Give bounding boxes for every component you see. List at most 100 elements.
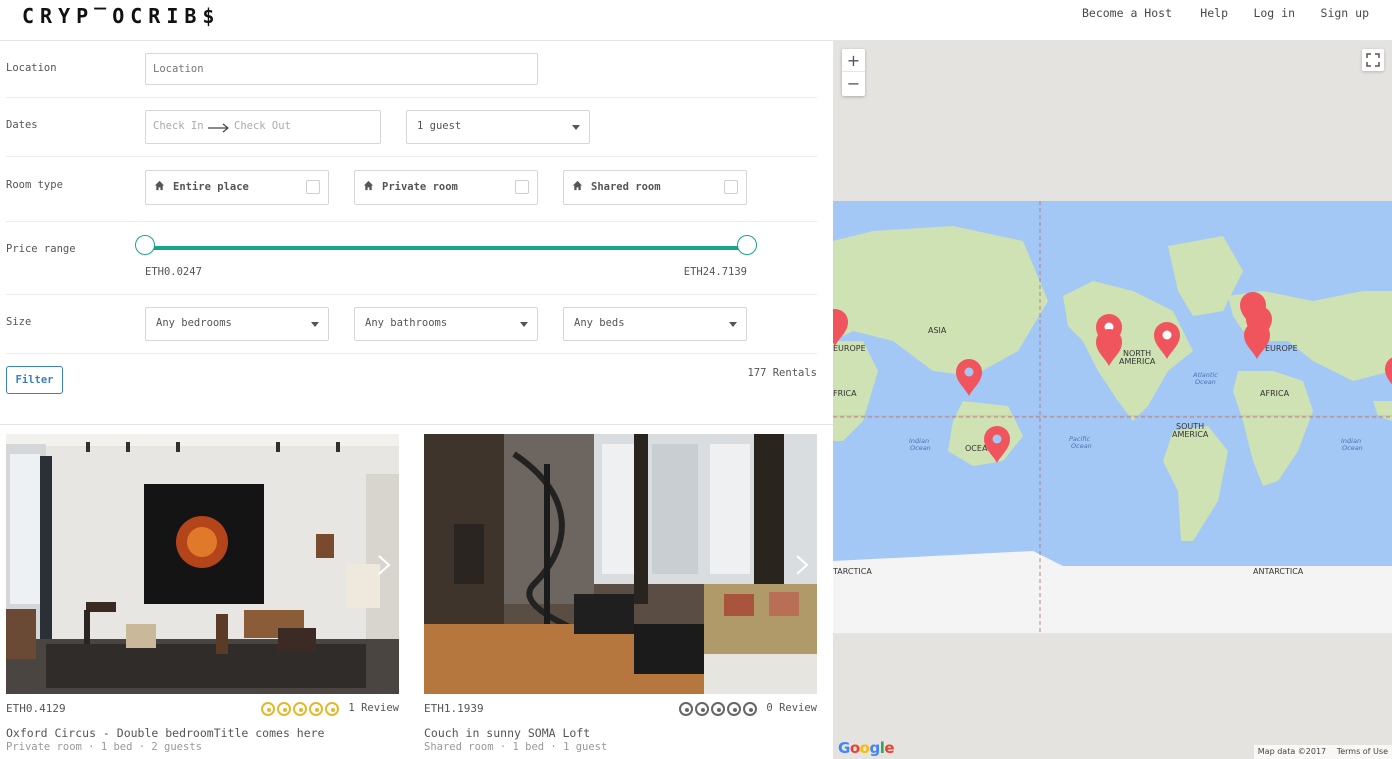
arrow-right-icon [208, 123, 229, 133]
bathrooms-value: Any bathrooms [365, 317, 448, 329]
room-type-shared-label: Shared room [591, 181, 661, 193]
google-wordmark: Google [838, 739, 895, 757]
bedrooms-value: Any bedrooms [156, 317, 232, 329]
google-logo: Google [838, 739, 895, 757]
listing-meta: Shared room · 1 bed · 1 guest [424, 741, 608, 753]
listing-meta: Private room · 1 bed · 2 guests [6, 741, 202, 753]
map-label-indian-left-2: Ocean [910, 444, 931, 452]
listing-photo[interactable] [424, 434, 817, 694]
listing-title[interactable]: Oxford Circus - Double bedroomTitle come… [6, 726, 325, 740]
price-min-value: ETH0.0247 [145, 266, 202, 278]
map-label-antarctica-right: ANTARCTICA [1253, 567, 1304, 576]
map-label-atlantic-2: Ocean [1195, 378, 1216, 386]
location-row: Location [6, 41, 817, 98]
signup-link[interactable]: Sign up [1321, 6, 1369, 20]
chevron-down-icon [311, 322, 319, 327]
map-label-antarctica-left: TARCTICA [833, 567, 872, 576]
beds-select[interactable]: Any beds [563, 307, 747, 341]
star-icon [277, 702, 291, 716]
map-data-text: Map data ©2017 [1257, 747, 1327, 756]
room-type-entire-checkbox[interactable] [306, 180, 320, 194]
logo[interactable]: CRYP‾OCRIB$ [22, 4, 220, 28]
filter-panel: Location Dates Check In Check Out 1 gues… [0, 41, 833, 425]
terms-link[interactable]: Terms of Use [1337, 747, 1388, 756]
location-input[interactable] [145, 53, 538, 85]
zoom-control: + − [842, 49, 865, 96]
price-slider-min-handle[interactable] [135, 235, 155, 255]
zoom-in-button[interactable]: + [842, 49, 865, 72]
room-type-shared[interactable]: Shared room [563, 170, 747, 205]
room-type-entire-label: Entire place [173, 181, 249, 193]
room-type-private-checkbox[interactable] [515, 180, 529, 194]
world-map[interactable]: ASIA EUROPE FRICA NORTH AMERICA EUROPE A… [833, 41, 1392, 759]
star-icon [679, 702, 693, 716]
map-label-south-america-2: AMERICA [1172, 430, 1209, 439]
top-header: CRYP‾OCRIB$ Become a Host Help Log in Si… [0, 0, 1392, 41]
room-type-shared-checkbox[interactable] [724, 180, 738, 194]
star-icon [325, 702, 339, 716]
become-host-link[interactable]: Become a Host [1082, 6, 1172, 20]
fullscreen-button[interactable] [1362, 49, 1384, 71]
price-label: Price range [6, 243, 76, 255]
fullscreen-icon [1366, 53, 1380, 67]
map[interactable]: ASIA EUROPE FRICA NORTH AMERICA EUROPE A… [833, 41, 1392, 759]
help-link[interactable]: Help [1200, 6, 1228, 20]
check-out-field[interactable]: Check Out [234, 120, 291, 132]
beds-value: Any beds [574, 317, 625, 329]
listing-title[interactable]: Couch in sunny SOMA Loft [424, 726, 590, 740]
listing-price: ETH0.4129 [6, 702, 66, 715]
bathrooms-select[interactable]: Any bathrooms [354, 307, 538, 341]
rating-stars [259, 702, 339, 719]
size-label: Size [6, 316, 32, 328]
home-icon [154, 180, 165, 191]
map-label-north-america-2: AMERICA [1119, 357, 1156, 366]
star-icon [695, 702, 709, 716]
home-icon [363, 180, 374, 191]
guests-value: 1 guest [417, 120, 462, 132]
login-link[interactable]: Log in [1253, 6, 1295, 20]
chevron-down-icon [520, 322, 528, 327]
chevron-down-icon [729, 322, 737, 327]
dates-label: Dates [6, 119, 38, 131]
map-attribution: Map data ©2017 Terms of Use [1253, 745, 1392, 759]
chevron-right-icon[interactable] [795, 554, 809, 576]
map-label-pacific-2: Ocean [1071, 442, 1092, 450]
listing-photo[interactable] [6, 434, 399, 694]
bedrooms-select[interactable]: Any bedrooms [145, 307, 329, 341]
room-type-row: Room type Entire place Private room Shar… [6, 157, 817, 222]
review-count[interactable]: 1 Review [348, 702, 399, 714]
room-type-entire[interactable]: Entire place [145, 170, 329, 205]
star-icon [727, 702, 741, 716]
map-label-africa-right: AFRICA [1260, 389, 1290, 398]
review-count[interactable]: 0 Review [766, 702, 817, 714]
dates-row: Dates Check In Check Out 1 guest [6, 98, 817, 157]
price-slider-max-handle[interactable] [737, 235, 757, 255]
room-type-private[interactable]: Private room [354, 170, 538, 205]
location-label: Location [6, 62, 57, 74]
chevron-right-icon[interactable] [377, 554, 391, 576]
date-range-picker[interactable]: Check In Check Out [145, 110, 381, 144]
price-max-value: ETH24.7139 [683, 266, 747, 278]
check-in-field[interactable]: Check In [153, 120, 204, 132]
star-icon [261, 702, 275, 716]
room-type-label: Room type [6, 179, 63, 191]
star-icon [743, 702, 757, 716]
listing-price: ETH1.1939 [424, 702, 484, 715]
zoom-out-button[interactable]: − [842, 72, 865, 95]
result-count: 177 Rentals [747, 367, 817, 379]
room-type-private-label: Private room [382, 181, 458, 193]
map-label-europe-left: EUROPE [833, 344, 866, 353]
price-row: Price range [6, 222, 817, 295]
size-row: Size Any bedrooms Any bathrooms Any beds [6, 295, 817, 354]
map-label-europe-right: EUROPE [1265, 344, 1298, 353]
rating-stars [677, 702, 757, 719]
home-icon [572, 180, 583, 191]
guests-select[interactable]: 1 guest [406, 110, 590, 144]
chevron-down-icon [572, 125, 580, 130]
star-icon [309, 702, 323, 716]
map-label-oceania: OCEA [965, 444, 988, 453]
filter-button[interactable]: Filter [6, 366, 63, 394]
map-label-indian-right-2: Ocean [1342, 444, 1363, 452]
star-icon [711, 702, 725, 716]
price-slider-track[interactable] [145, 246, 747, 250]
